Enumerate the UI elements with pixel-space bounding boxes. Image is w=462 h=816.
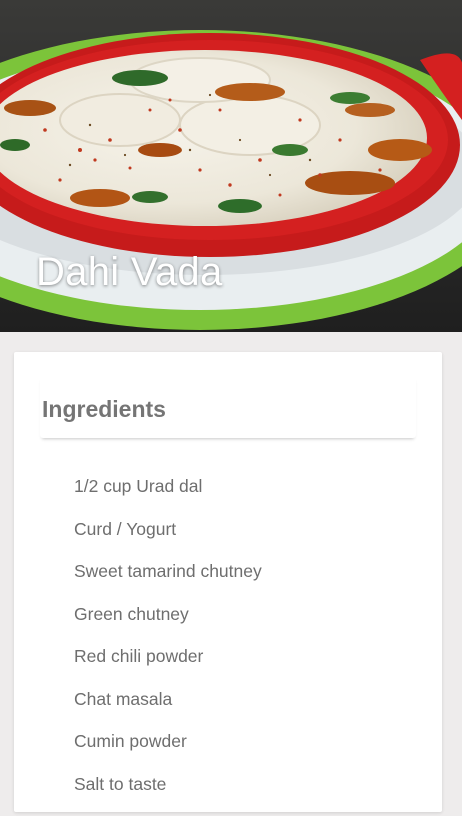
ingredients-card: Ingredients 1/2 cup Urad dal Curd / Yogu… <box>14 352 442 812</box>
list-item: Red chili powder <box>74 646 262 689</box>
recipe-hero: Dahi Vada <box>0 0 462 332</box>
list-item: 1/2 cup Urad dal <box>74 476 262 519</box>
list-item: Curd / Yogurt <box>74 519 262 562</box>
list-item: Chat masala <box>74 689 262 732</box>
list-item: Salt to taste <box>74 774 262 816</box>
ingredients-title: Ingredients <box>42 396 166 423</box>
ingredients-list: 1/2 cup Urad dal Curd / Yogurt Sweet tam… <box>74 476 262 816</box>
list-item: Sweet tamarind chutney <box>74 561 262 604</box>
recipe-title: Dahi Vada <box>36 250 223 295</box>
ingredients-header: Ingredients <box>40 376 416 438</box>
list-item: Green chutney <box>74 604 262 647</box>
list-item: Cumin powder <box>74 731 262 774</box>
